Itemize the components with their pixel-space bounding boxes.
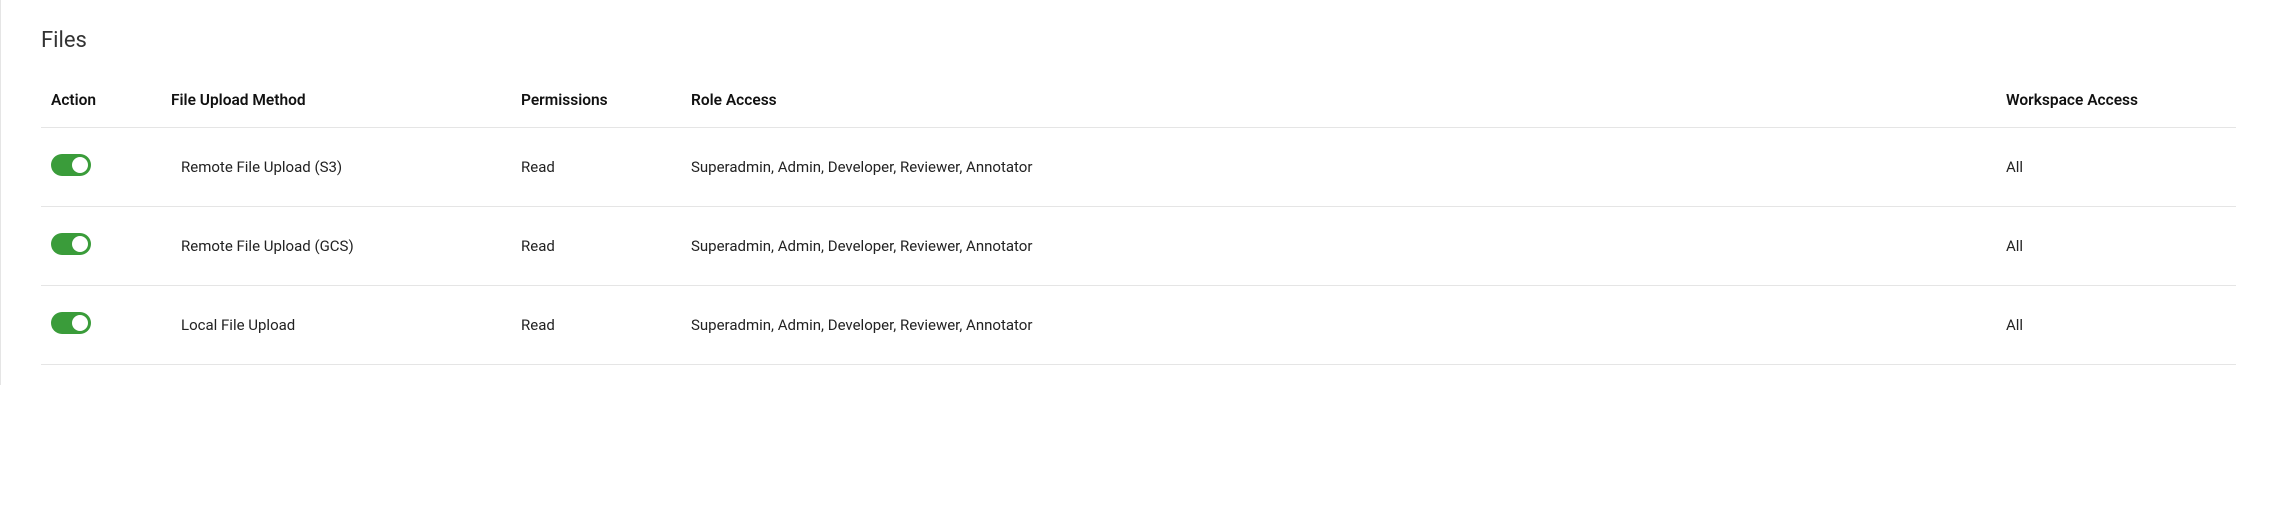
files-table: Action File Upload Method Permissions Ro… (41, 81, 2236, 365)
cell-method: Local File Upload (171, 316, 521, 334)
cell-role-access: Superadmin, Admin, Developer, Reviewer, … (691, 237, 2006, 255)
cell-workspace-access: All (2006, 237, 2236, 255)
cell-action (41, 154, 171, 180)
cell-method: Remote File Upload (S3) (171, 158, 521, 176)
cell-role-access: Superadmin, Admin, Developer, Reviewer, … (691, 158, 2006, 176)
cell-action (41, 233, 171, 259)
cell-method: Remote File Upload (GCS) (171, 237, 521, 255)
cell-role-access: Superadmin, Admin, Developer, Reviewer, … (691, 316, 2006, 334)
header-file-upload-method: File Upload Method (171, 91, 521, 109)
header-action: Action (41, 91, 171, 109)
cell-permissions: Read (521, 316, 691, 334)
toggle-switch[interactable] (51, 154, 91, 176)
toggle-switch[interactable] (51, 233, 91, 255)
header-permissions: Permissions (521, 91, 691, 109)
table-row: Local File Upload Read Superadmin, Admin… (41, 286, 2236, 365)
toggle-switch[interactable] (51, 312, 91, 334)
header-workspace-access: Workspace Access (2006, 91, 2236, 109)
cell-workspace-access: All (2006, 316, 2236, 334)
header-role-access: Role Access (691, 91, 2006, 109)
section-title: Files (41, 28, 2236, 53)
table-header-row: Action File Upload Method Permissions Ro… (41, 81, 2236, 128)
cell-workspace-access: All (2006, 158, 2236, 176)
table-row: Remote File Upload (S3) Read Superadmin,… (41, 128, 2236, 207)
cell-permissions: Read (521, 158, 691, 176)
cell-permissions: Read (521, 237, 691, 255)
cell-action (41, 312, 171, 338)
table-row: Remote File Upload (GCS) Read Superadmin… (41, 207, 2236, 286)
